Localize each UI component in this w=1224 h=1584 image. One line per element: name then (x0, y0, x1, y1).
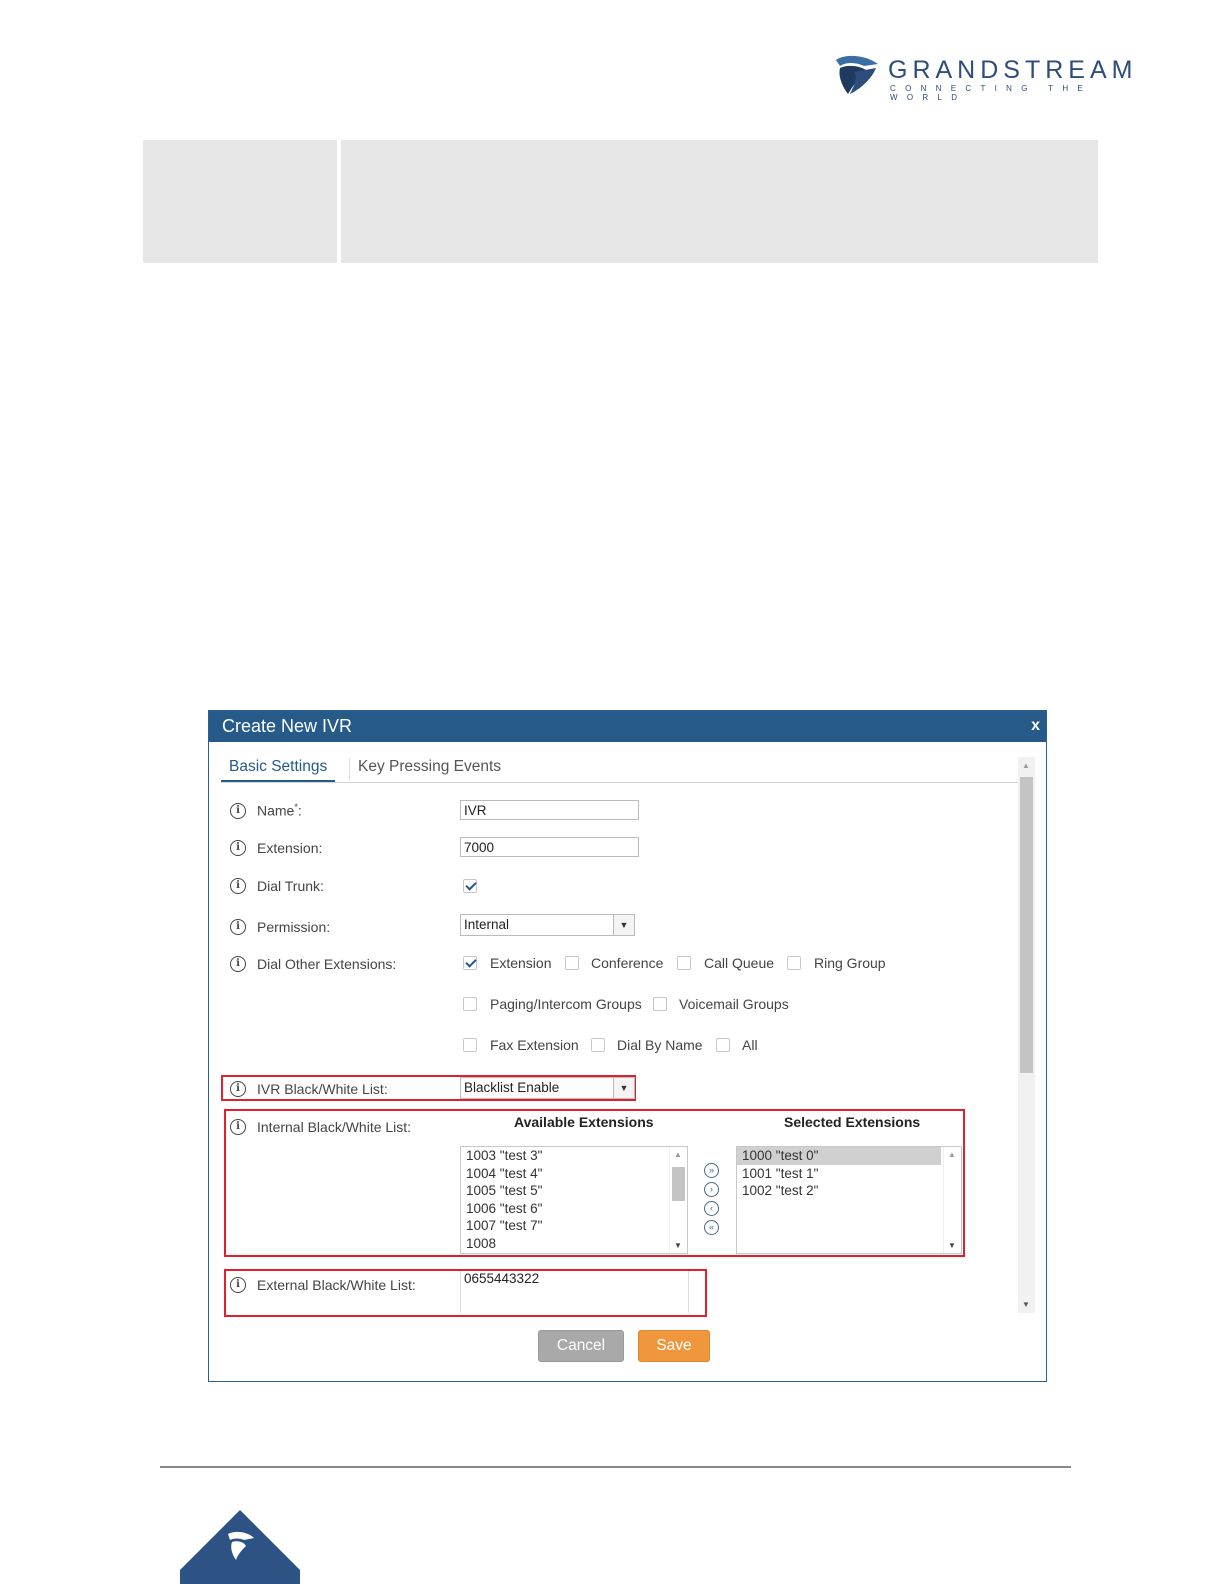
scroll-up-icon[interactable]: ▲ (674, 1150, 682, 1159)
list-item[interactable]: 1005 "test 5" (461, 1182, 687, 1200)
all-option-label: All (742, 1037, 758, 1053)
external-bw-list-textarea[interactable]: 0655443322 (460, 1271, 689, 1313)
top-table (143, 140, 1098, 263)
paging-intercom-option-label: Paging/Intercom Groups (490, 996, 642, 1012)
internal-bw-list-label: Internal Black/White List: (257, 1119, 412, 1135)
info-icon[interactable]: i (230, 919, 246, 935)
info-icon[interactable]: i (230, 956, 246, 972)
ring-group-option-label: Ring Group (814, 955, 886, 971)
scroll-up-icon[interactable]: ▲ (948, 1150, 956, 1159)
available-list-scrollbar[interactable]: ▲ ▼ (669, 1147, 687, 1253)
info-icon[interactable]: i (230, 1277, 246, 1293)
extension-input[interactable] (460, 837, 639, 857)
list-item[interactable]: 1001 "test 1" (737, 1165, 961, 1183)
dialog-title-bar: Create New IVR x (209, 711, 1046, 742)
scroll-thumb[interactable] (672, 1167, 685, 1201)
list-item[interactable]: 1008 (461, 1235, 687, 1253)
brand-name: GRANDSTREAM (888, 56, 1138, 84)
scroll-down-icon[interactable]: ▼ (948, 1241, 956, 1250)
tab-key-pressing-events[interactable]: Key Pressing Events (349, 758, 509, 780)
permission-value: Internal (464, 917, 510, 932)
list-item[interactable]: 1000 "test 0" (737, 1147, 941, 1165)
conference-checkbox[interactable] (565, 956, 579, 970)
info-icon[interactable]: i (230, 1119, 246, 1135)
voicemail-groups-checkbox[interactable] (653, 997, 667, 1011)
dial-other-extensions-label: Dial Other Extensions: (257, 956, 397, 972)
list-item[interactable]: 1007 "test 7" (461, 1217, 687, 1235)
dialog-scrollbar[interactable]: ▲ ▼ (1018, 757, 1035, 1313)
close-icon[interactable]: x (1031, 717, 1040, 735)
external-bw-list-label: External Black/White List: (257, 1277, 416, 1293)
conference-option-label: Conference (591, 955, 664, 971)
scroll-up-icon[interactable]: ▲ (1022, 761, 1030, 770)
selected-list-scrollbar[interactable]: ▲ ▼ (943, 1147, 961, 1253)
dropdown-arrow-icon[interactable]: ▼ (613, 915, 634, 935)
ivr-bw-list-label: IVR Black/White List: (257, 1081, 388, 1097)
ring-group-checkbox[interactable] (787, 956, 801, 970)
call-queue-checkbox[interactable] (677, 956, 691, 970)
ivr-bw-list-value: Blacklist Enable (464, 1080, 560, 1095)
info-icon[interactable]: i (230, 1081, 246, 1097)
grandstream-logo: GRANDSTREAM CONNECTING THE WORLD (834, 54, 1164, 102)
dropdown-arrow-icon[interactable]: ▼ (613, 1078, 634, 1098)
scroll-thumb[interactable] (1020, 777, 1033, 1073)
move-left-icon[interactable]: ‹ (704, 1201, 719, 1216)
fax-extension-option-label: Fax Extension (490, 1037, 579, 1053)
list-item[interactable]: 1006 "test 6" (461, 1200, 687, 1218)
name-label: Name*: (257, 802, 302, 819)
all-checkbox[interactable] (716, 1038, 730, 1052)
footer-divider (160, 1466, 1071, 1468)
move-all-right-icon[interactable]: » (704, 1163, 719, 1178)
dial-trunk-label: Dial Trunk: (257, 878, 324, 894)
dial-by-name-option-label: Dial By Name (617, 1037, 703, 1053)
paging-intercom-checkbox[interactable] (463, 997, 477, 1011)
extension-label: Extension: (257, 840, 323, 856)
list-item[interactable]: 1004 "test 4" (461, 1165, 687, 1183)
voicemail-groups-option-label: Voicemail Groups (679, 996, 789, 1012)
ivr-bw-list-select[interactable]: Blacklist Enable ▼ (460, 1077, 635, 1099)
dial-by-name-checkbox[interactable] (591, 1038, 605, 1052)
call-queue-option-label: Call Queue (704, 955, 775, 971)
permission-select[interactable]: Internal ▼ (460, 914, 635, 936)
available-extensions-list[interactable]: 1003 "test 3" 1004 "test 4" 1005 "test 5… (460, 1146, 688, 1254)
tab-bar: Basic Settings Key Pressing Events (221, 758, 1019, 783)
extension-checkbox[interactable] (463, 956, 477, 970)
permission-label: Permission: (257, 919, 331, 935)
scroll-down-icon[interactable]: ▼ (674, 1241, 682, 1250)
scroll-down-icon[interactable]: ▼ (1022, 1300, 1030, 1309)
grandstream-logo-icon (836, 55, 878, 94)
list-item[interactable]: 1003 "test 3" (461, 1147, 687, 1165)
fax-extension-checkbox[interactable] (463, 1038, 477, 1052)
top-table-cell-right (341, 140, 1098, 263)
brand-tagline: CONNECTING THE WORLD (890, 84, 1093, 102)
create-ivr-dialog: Create New IVR x Basic Settings Key Pres… (208, 710, 1047, 1382)
info-icon[interactable]: i (230, 803, 246, 819)
available-extensions-heading: Available Extensions (514, 1114, 654, 1130)
dial-trunk-checkbox[interactable] (463, 879, 477, 893)
list-item[interactable]: 1002 "test 2" (737, 1182, 961, 1200)
tab-basic-settings[interactable]: Basic Settings (221, 758, 336, 782)
selected-extensions-heading: Selected Extensions (784, 1114, 921, 1130)
selected-extensions-list[interactable]: 1000 "test 0" 1001 "test 1" 1002 "test 2… (736, 1146, 962, 1254)
cancel-button[interactable]: Cancel (538, 1330, 624, 1362)
save-button[interactable]: Save (638, 1330, 710, 1362)
extension-option-label: Extension (490, 955, 552, 971)
name-input[interactable] (460, 800, 639, 820)
dialog-title: Create New IVR (222, 716, 353, 736)
move-all-left-icon[interactable]: « (704, 1220, 719, 1235)
info-icon[interactable]: i (230, 840, 246, 856)
move-right-icon[interactable]: › (704, 1182, 719, 1197)
top-table-cell-left (143, 140, 337, 263)
grandstream-footer-logo-icon (180, 1510, 300, 1584)
info-icon[interactable]: i (230, 878, 246, 894)
